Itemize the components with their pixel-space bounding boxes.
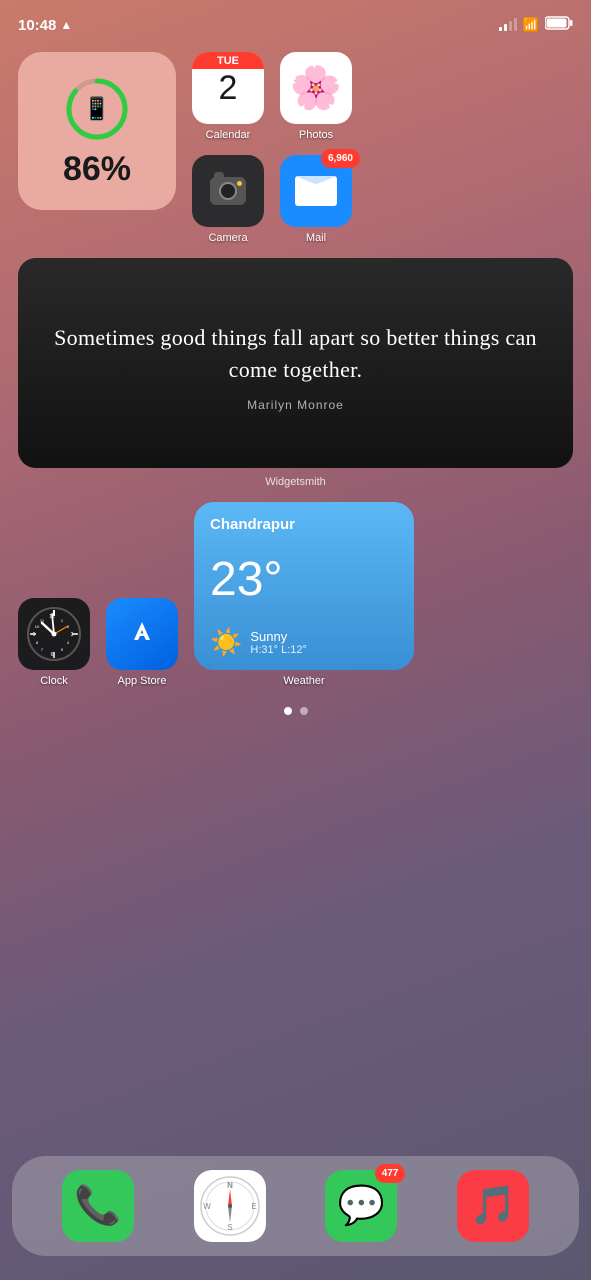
page-dots [18, 707, 573, 715]
status-left: 10:48 ▲ [18, 17, 72, 34]
weather-bottom: ☀️ Sunny H:31° L:12° [210, 627, 398, 658]
appstore-logo [122, 614, 162, 654]
photos-icon[interactable]: 🌸 [280, 52, 352, 124]
music-dock-icon[interactable]: 🎵 [457, 1170, 529, 1242]
status-bar: 10:48 ▲ 📶 [0, 0, 591, 44]
clock-app[interactable]: 12 3 6 9 1 2 4 5 7 8 10 11 [18, 598, 90, 687]
camera-app[interactable]: Camera [192, 155, 264, 244]
wifi-icon: 📶 [523, 17, 539, 33]
second-app-row: 12 3 6 9 1 2 4 5 7 8 10 11 [18, 502, 573, 687]
weather-label: Weather [283, 675, 324, 687]
battery-percent: 86% [63, 150, 131, 189]
camera-label: Camera [208, 232, 247, 244]
clock-face-svg: 12 3 6 9 1 2 4 5 7 8 10 11 [24, 604, 84, 664]
calendar-app[interactable]: TUE 2 Calendar [192, 52, 264, 141]
battery-status-icon [545, 16, 573, 34]
svg-text:E: E [251, 1202, 256, 1211]
battery-phone-icon: 📱 [83, 96, 110, 122]
camera-body-shape [210, 177, 246, 205]
battery-widget[interactable]: 📱 86% [18, 52, 176, 210]
location-icon: ▲ [60, 18, 72, 32]
safari-dock-icon[interactable]: N S E W [194, 1170, 266, 1242]
music-icon: 🎵 [469, 1184, 516, 1228]
svg-text:S: S [227, 1223, 232, 1232]
page-dot-2[interactable] [300, 707, 308, 715]
mail-label: Mail [306, 232, 326, 244]
calendar-weekday: TUE [192, 52, 264, 69]
camera-bump-shape [214, 172, 224, 178]
dock: 📞 N S E W 💬 477 🎵 [12, 1156, 579, 1256]
signal-icon [499, 19, 517, 31]
appstore-label: App Store [118, 675, 167, 687]
quote-author: Marilyn Monroe [247, 398, 344, 412]
first-app-row: 📱 86% TUE 2 Calendar [18, 44, 573, 244]
photos-app[interactable]: 🌸 Photos [280, 52, 352, 141]
weather-city: Chandrapur [210, 516, 398, 533]
camera-icon[interactable] [192, 155, 264, 227]
camera-dot-shape [237, 181, 242, 186]
clock-icon[interactable]: 12 3 6 9 1 2 4 5 7 8 10 11 [18, 598, 90, 670]
appstore-app[interactable]: App Store [106, 598, 178, 687]
messages-icon: 💬 [338, 1184, 385, 1228]
widgetsmith-label: Widgetsmith [18, 476, 573, 488]
status-right: 📶 [499, 16, 573, 34]
mail-badge: 6,960 [321, 149, 360, 168]
quote-text-area: Sometimes good things fall apart so bett… [18, 258, 573, 468]
weather-app-group: Chandrapur 23° ☀️ Sunny H:31° L:12° Weat… [194, 502, 414, 687]
mail-envelope-shape [295, 176, 337, 206]
mail-app[interactable]: 6,960 Mail [280, 155, 352, 244]
weather-temp: 23° [210, 556, 398, 604]
home-screen: 📱 86% TUE 2 Calendar [0, 44, 591, 715]
photos-label: Photos [299, 129, 333, 141]
page-dot-1[interactable] [284, 707, 292, 715]
clock-label: Clock [40, 675, 68, 687]
svg-text:9: 9 [33, 632, 36, 638]
calendar-icon[interactable]: TUE 2 [192, 52, 264, 124]
phone-icon: 📞 [74, 1184, 121, 1228]
svg-text:N: N [227, 1181, 233, 1190]
svg-text:10: 10 [35, 624, 40, 629]
messages-dock-icon[interactable]: 💬 477 [325, 1170, 397, 1242]
right-icons-group: TUE 2 Calendar 🌸 Photos [192, 52, 352, 244]
appstore-icon[interactable] [106, 598, 178, 670]
quote-widget[interactable]: Sometimes good things fall apart so bett… [18, 258, 573, 468]
svg-text:3: 3 [71, 632, 74, 638]
mail-icon[interactable]: 6,960 [280, 155, 352, 227]
weather-details: Sunny H:31° L:12° [250, 629, 307, 656]
quote-text: Sometimes good things fall apart so bett… [44, 322, 547, 386]
svg-text:W: W [203, 1202, 211, 1211]
bottom-icon-row: Camera 6,960 Mail [192, 155, 352, 244]
weather-condition: Sunny [250, 629, 307, 644]
calendar-label: Calendar [206, 129, 251, 141]
calendar-day: 2 [219, 71, 238, 105]
time-display: 10:48 [18, 17, 56, 34]
photos-flower-icon: 🌸 [290, 64, 342, 113]
safari-compass-svg: N S E W [199, 1175, 261, 1237]
top-icon-row: TUE 2 Calendar 🌸 Photos [192, 52, 352, 141]
sun-icon: ☀️ [210, 627, 242, 658]
battery-circle: 📱 [62, 74, 132, 144]
mail-flap-shape [295, 176, 337, 191]
messages-badge: 477 [375, 1164, 406, 1183]
phone-dock-icon[interactable]: 📞 [62, 1170, 134, 1242]
weather-widget[interactable]: Chandrapur 23° ☀️ Sunny H:31° L:12° [194, 502, 414, 670]
svg-text:6: 6 [51, 652, 54, 658]
camera-lens-shape [219, 182, 237, 200]
weather-high-low: H:31° L:12° [250, 644, 307, 656]
